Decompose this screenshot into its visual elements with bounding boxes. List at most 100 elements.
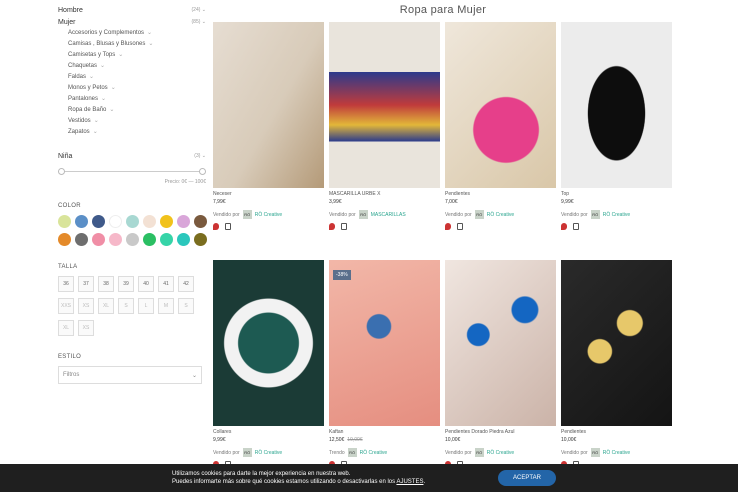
- shopping-bag-icon[interactable]: [341, 223, 347, 230]
- product-card[interactable]: Collares 9,99€ Vendido por RÖ RÖ Creative: [213, 260, 324, 468]
- color-swatch[interactable]: [92, 215, 105, 228]
- size-option[interactable]: S: [178, 298, 194, 314]
- product-name[interactable]: Pendientes Dorado Piedra Azul: [445, 429, 556, 435]
- product-card[interactable]: -38% Kaftan 12,50€ 19,00€ Trendo RÖ RÖ Creativ…: [329, 260, 440, 468]
- subcategory-item[interactable]: Ropa de Baño ⌄: [68, 105, 206, 116]
- color-swatch[interactable]: [58, 215, 71, 228]
- subcategory-item[interactable]: Camisetas y Tops ⌄: [68, 50, 206, 61]
- subcategory-item[interactable]: Monos y Petos ⌄: [68, 83, 206, 94]
- product-image[interactable]: -38%: [329, 260, 440, 426]
- size-option[interactable]: 38: [98, 276, 114, 292]
- color-swatch[interactable]: [126, 215, 139, 228]
- product-card[interactable]: Top 9,99€ Vendido por RÖ RÖ Creative: [561, 22, 672, 230]
- seller-name[interactable]: RÖ Creative: [487, 450, 515, 456]
- subcategory-item[interactable]: Chaquetas ⌄: [68, 61, 206, 72]
- seller-name[interactable]: MASCARILLAS: [371, 212, 406, 218]
- size-option[interactable]: XS: [78, 298, 94, 314]
- color-swatch[interactable]: [194, 215, 207, 228]
- seller-name[interactable]: RÖ Creative: [360, 450, 388, 456]
- product-name[interactable]: Pendientes: [561, 429, 672, 435]
- product-image[interactable]: [213, 22, 324, 188]
- size-option[interactable]: 37: [78, 276, 94, 292]
- seller-logo[interactable]: RÖ: [474, 448, 484, 457]
- color-swatch[interactable]: [194, 233, 207, 246]
- color-swatch[interactable]: [126, 233, 139, 246]
- product-image[interactable]: [561, 260, 672, 426]
- product-name[interactable]: Collares: [213, 429, 324, 435]
- product-name[interactable]: MASCARILLA URBE X: [329, 191, 440, 197]
- seller-logo[interactable]: RÖ: [590, 210, 600, 219]
- subcategory-item[interactable]: Accesorios y Complementos ⌄: [68, 28, 206, 39]
- size-option[interactable]: 36: [58, 276, 74, 292]
- location-pin-icon[interactable]: [445, 223, 451, 230]
- seller-logo[interactable]: RÖ: [358, 210, 368, 219]
- category-hombre[interactable]: Hombre (24): [58, 4, 206, 16]
- cookie-settings-link[interactable]: AJUSTES: [396, 479, 423, 485]
- size-option[interactable]: S: [118, 298, 134, 314]
- color-swatch[interactable]: [160, 215, 173, 228]
- subcategory-item[interactable]: Pantalones ⌄: [68, 94, 206, 105]
- location-pin-icon[interactable]: [213, 223, 219, 230]
- subcategory-item[interactable]: Camisas , Blusas y Blusones ⌄: [68, 39, 206, 50]
- color-swatch[interactable]: [92, 233, 105, 246]
- color-swatch[interactable]: [75, 233, 88, 246]
- product-image[interactable]: [445, 260, 556, 426]
- color-swatch[interactable]: [177, 233, 190, 246]
- seller-name[interactable]: RÖ Creative: [603, 212, 631, 218]
- size-option[interactable]: 40: [138, 276, 154, 292]
- seller-name[interactable]: RÖ Creative: [487, 212, 515, 218]
- size-option[interactable]: XS: [78, 320, 94, 336]
- product-image[interactable]: [329, 22, 440, 188]
- slider-min-handle[interactable]: [58, 168, 65, 175]
- product-image[interactable]: [561, 22, 672, 188]
- product-card[interactable]: Neceser 7,99€ Vendido por RÖ RÖ Creative: [213, 22, 324, 230]
- slider-max-handle[interactable]: [199, 168, 206, 175]
- size-option[interactable]: 42: [178, 276, 194, 292]
- price-range-slider[interactable]: [58, 168, 206, 176]
- product-image[interactable]: [213, 260, 324, 426]
- location-pin-icon[interactable]: [561, 223, 567, 230]
- size-option[interactable]: XXS: [58, 298, 74, 314]
- shopping-bag-icon[interactable]: [573, 223, 579, 230]
- accept-cookies-button[interactable]: ACEPTAR: [498, 470, 556, 486]
- seller-logo[interactable]: RÖ: [242, 210, 252, 219]
- seller-logo[interactable]: RÖ: [347, 448, 357, 457]
- color-swatch[interactable]: [143, 215, 156, 228]
- color-swatch[interactable]: [109, 215, 122, 228]
- color-swatch[interactable]: [143, 233, 156, 246]
- size-option[interactable]: M: [158, 298, 174, 314]
- style-select[interactable]: Filtros ⌄: [58, 366, 202, 384]
- seller-name[interactable]: RÖ Creative: [255, 212, 283, 218]
- subcategory-item[interactable]: Zapatos ⌄: [68, 127, 206, 138]
- color-swatch[interactable]: [109, 233, 122, 246]
- size-option[interactable]: 41: [158, 276, 174, 292]
- product-card[interactable]: Pendientes 10,00€ Vendido por RÖ RÖ Creative: [561, 260, 672, 468]
- seller-logo[interactable]: RÖ: [590, 448, 600, 457]
- category-nina[interactable]: Niña (3): [58, 150, 206, 162]
- subcategory-item[interactable]: Faldas ⌄: [68, 72, 206, 83]
- color-swatch[interactable]: [160, 233, 173, 246]
- size-option[interactable]: L: [138, 298, 154, 314]
- color-swatch[interactable]: [75, 215, 88, 228]
- category-mujer[interactable]: Mujer (85): [58, 16, 206, 28]
- product-name[interactable]: Pendientes: [445, 191, 556, 197]
- seller-logo[interactable]: RÖ: [474, 210, 484, 219]
- shopping-bag-icon[interactable]: [225, 223, 231, 230]
- size-option[interactable]: 39: [118, 276, 134, 292]
- seller-name[interactable]: RÖ Creative: [255, 450, 283, 456]
- product-card[interactable]: Pendientes 7,00€ Vendido por RÖ RÖ Creative: [445, 22, 556, 230]
- product-image[interactable]: [445, 22, 556, 188]
- product-card[interactable]: MASCARILLA URBE X 3,99€ Vendido por RÖ MASCA…: [329, 22, 440, 230]
- product-name[interactable]: Neceser: [213, 191, 324, 197]
- location-pin-icon[interactable]: [329, 223, 335, 230]
- color-swatch[interactable]: [177, 215, 190, 228]
- subcategory-item[interactable]: Vestidos ⌄: [68, 116, 206, 127]
- product-card[interactable]: Pendientes Dorado Piedra Azul 10,00€ Vendi…: [445, 260, 556, 468]
- size-option[interactable]: XL: [98, 298, 114, 314]
- seller-logo[interactable]: RÖ: [242, 448, 252, 457]
- shopping-bag-icon[interactable]: [457, 223, 463, 230]
- seller-name[interactable]: RÖ Creative: [603, 450, 631, 456]
- product-name[interactable]: Kaftan: [329, 429, 440, 435]
- size-option[interactable]: XL: [58, 320, 74, 336]
- product-name[interactable]: Top: [561, 191, 672, 197]
